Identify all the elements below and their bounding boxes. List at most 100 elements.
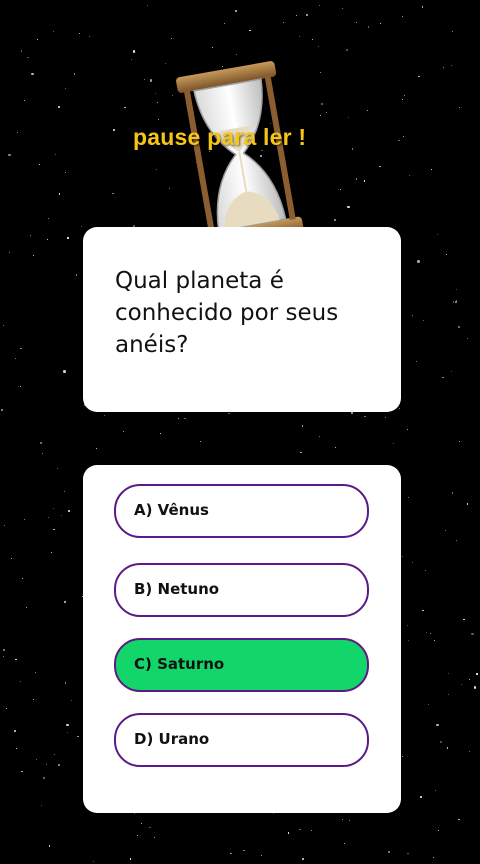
star <box>406 625 408 627</box>
option-c-label: C) Saturno <box>134 655 225 673</box>
star <box>63 600 67 604</box>
star <box>21 770 23 773</box>
star <box>58 106 60 108</box>
star <box>467 337 469 339</box>
star <box>346 49 348 51</box>
star <box>407 496 409 498</box>
star <box>103 415 105 417</box>
star <box>351 148 354 150</box>
star <box>47 516 49 518</box>
answers-card: A) Vênus B) Netuno C) Saturno D) Urano <box>83 465 401 813</box>
star <box>422 320 424 322</box>
star <box>429 633 431 635</box>
star <box>447 672 450 675</box>
star <box>0 408 4 412</box>
star <box>23 518 25 520</box>
star <box>363 180 366 182</box>
star <box>421 6 424 8</box>
star <box>402 136 404 138</box>
option-b-label: B) Netuno <box>134 580 220 598</box>
star <box>356 21 358 23</box>
star <box>339 188 341 190</box>
star <box>140 822 142 824</box>
star <box>66 723 69 727</box>
star <box>469 679 471 681</box>
star <box>56 468 58 470</box>
star <box>212 47 214 49</box>
star <box>436 723 439 727</box>
star <box>78 32 81 35</box>
star <box>15 358 17 360</box>
star <box>433 640 435 642</box>
star <box>77 735 79 738</box>
star <box>31 72 34 76</box>
star <box>73 73 76 75</box>
star <box>54 153 57 156</box>
star <box>326 112 328 114</box>
option-d-button[interactable]: D) Urano <box>114 713 369 767</box>
star <box>385 417 387 419</box>
star <box>455 301 457 303</box>
star <box>468 750 471 753</box>
star <box>131 58 133 60</box>
star <box>153 837 155 839</box>
star <box>36 38 38 40</box>
star <box>451 65 453 67</box>
star <box>416 361 418 363</box>
star <box>164 63 166 65</box>
star <box>58 764 60 766</box>
star <box>351 412 353 414</box>
option-a-button[interactable]: A) Vênus <box>114 484 369 538</box>
star <box>334 446 336 448</box>
option-c-button[interactable]: C) Saturno <box>114 638 369 692</box>
question-card: Qual planeta é conhecido por seus anéis? <box>83 227 401 412</box>
star <box>40 442 42 444</box>
star <box>6 708 8 710</box>
star <box>223 23 225 25</box>
star <box>113 129 115 131</box>
star <box>299 828 301 831</box>
star <box>433 857 435 859</box>
star <box>412 314 414 316</box>
star <box>380 22 382 24</box>
star <box>445 530 447 531</box>
star <box>89 36 91 38</box>
star <box>20 347 22 350</box>
star <box>48 218 50 220</box>
star <box>401 15 404 18</box>
star <box>301 425 304 427</box>
star <box>15 748 17 750</box>
star <box>36 759 38 761</box>
star <box>236 53 238 55</box>
star <box>458 326 460 328</box>
star <box>41 805 43 807</box>
star <box>15 658 17 661</box>
star <box>451 30 454 33</box>
star <box>367 26 370 28</box>
star <box>67 237 69 239</box>
star <box>430 168 433 171</box>
star <box>298 36 300 38</box>
star <box>282 22 284 24</box>
star <box>455 288 458 291</box>
star <box>20 680 22 682</box>
star <box>302 858 304 860</box>
star <box>422 609 424 612</box>
star <box>442 376 444 379</box>
star <box>458 440 461 443</box>
option-b-button[interactable]: B) Netuno <box>114 563 369 617</box>
star <box>35 671 37 673</box>
star <box>344 843 346 845</box>
star <box>452 301 455 303</box>
star <box>43 777 45 779</box>
star <box>51 552 53 554</box>
star <box>230 852 232 854</box>
star <box>425 631 427 633</box>
star <box>159 433 161 435</box>
star <box>379 165 381 168</box>
star <box>146 4 148 6</box>
star <box>32 254 34 256</box>
star <box>64 171 67 174</box>
star <box>64 682 67 684</box>
star <box>447 693 449 695</box>
